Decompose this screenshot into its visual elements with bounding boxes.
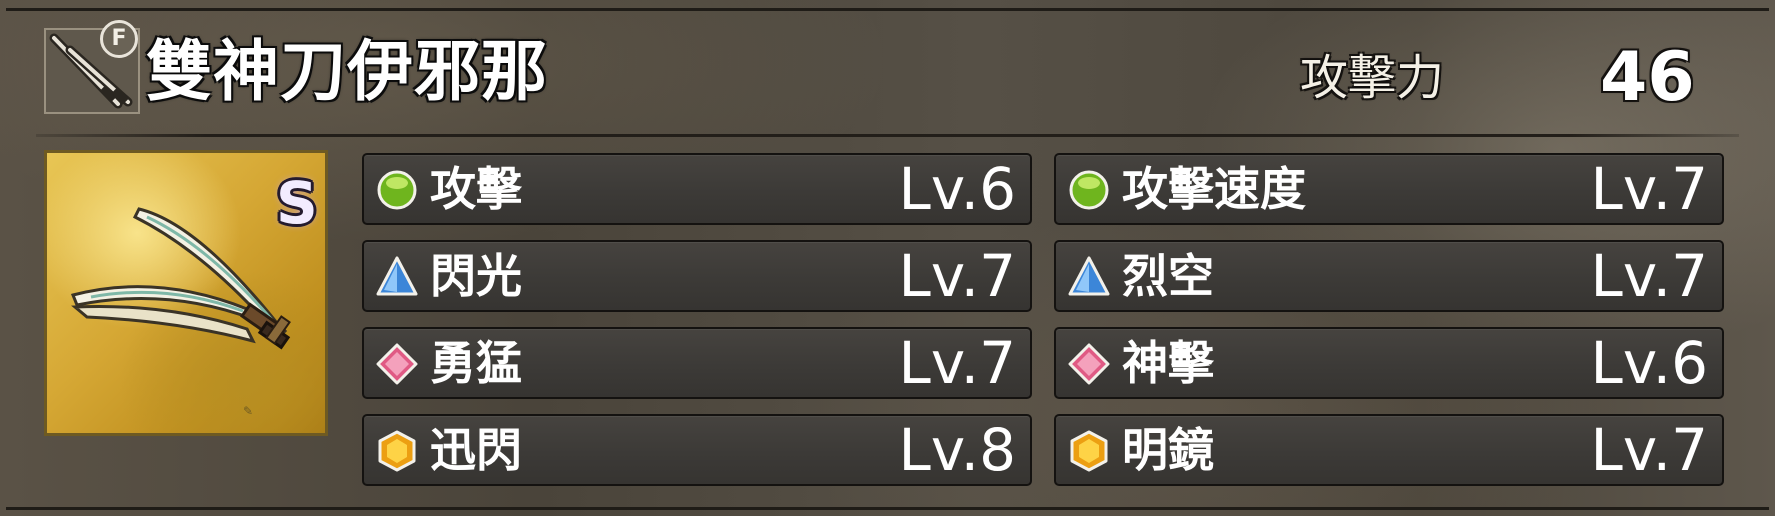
skill-name: 烈空 [1122, 249, 1214, 303]
rarity-badge: S [276, 169, 318, 237]
gold-hexagon-icon [378, 430, 416, 472]
attack-power-value: 46 [1600, 38, 1695, 117]
skill-name: 神擊 [1122, 336, 1214, 390]
blue-triangle-icon [1068, 256, 1110, 296]
skill-row: 迅閃 Lv.8 [362, 414, 1032, 486]
skill-name: 攻擊 [430, 162, 522, 216]
pink-diamond-icon [376, 343, 418, 385]
skill-level: Lv.7 [898, 329, 1016, 397]
skill-row: 烈空 Lv.7 [1054, 240, 1724, 312]
pink-diamond-icon [1068, 343, 1110, 385]
gold-hexagon-icon [1070, 430, 1108, 472]
weapon-detail-panel: F 雙神刀伊邪那 攻擊力 46 ✎ S 攻擊 Lv.6 攻擊速度 Lv.7 閃光… [0, 0, 1775, 516]
title-divider [36, 134, 1739, 137]
skill-level: Lv.6 [898, 155, 1016, 223]
skill-row: 明鏡 Lv.7 [1054, 414, 1724, 486]
skill-level: Lv.7 [1590, 242, 1708, 310]
skill-name: 攻擊速度 [1122, 162, 1306, 216]
skill-row: 神擊 Lv.6 [1054, 327, 1724, 399]
weapon-name: 雙神刀伊邪那 [146, 33, 548, 110]
svg-text:✎: ✎ [243, 404, 253, 418]
skill-row: 攻擊 Lv.6 [362, 153, 1032, 225]
skill-name: 勇猛 [430, 336, 522, 390]
tier-badge: F [100, 20, 138, 58]
skill-row: 攻擊速度 Lv.7 [1054, 153, 1724, 225]
skill-name: 迅閃 [430, 423, 522, 477]
skill-name: 閃光 [430, 249, 522, 303]
green-orb-icon [1069, 170, 1109, 210]
skill-level: Lv.7 [1590, 416, 1708, 484]
skill-name: 明鏡 [1122, 423, 1214, 477]
frame-bottom-border [6, 507, 1769, 510]
skill-level: Lv.8 [898, 416, 1016, 484]
green-orb-icon [377, 170, 417, 210]
skill-level: Lv.7 [898, 242, 1016, 310]
frame-top-border [6, 8, 1769, 11]
skill-row: 閃光 Lv.7 [362, 240, 1032, 312]
attack-power-label: 攻擊力 [1300, 50, 1445, 106]
blue-triangle-icon [376, 256, 418, 296]
skill-row: 勇猛 Lv.7 [362, 327, 1032, 399]
skill-level: Lv.6 [1590, 329, 1708, 397]
skill-level: Lv.7 [1590, 155, 1708, 223]
